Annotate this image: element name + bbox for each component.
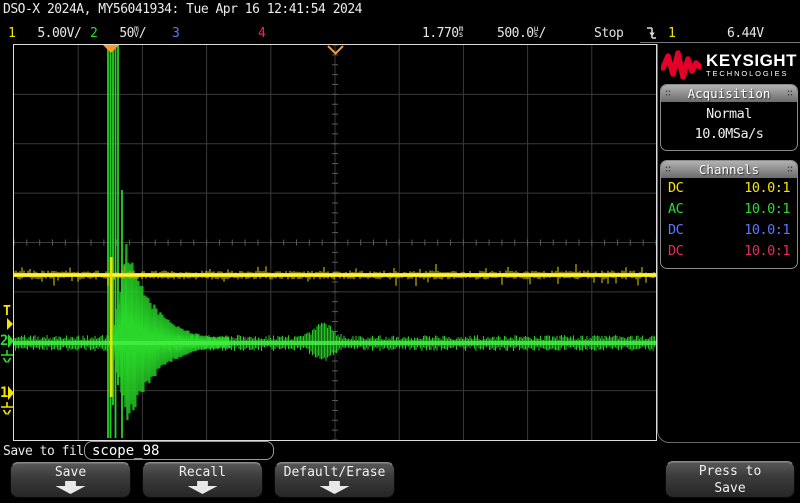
trigger-level-marker[interactable]: T — [0, 303, 14, 333]
channel-row-4: DC10.0:1 — [661, 241, 797, 262]
time-delay-readout: 1.770ms — [422, 26, 463, 41]
filename-input[interactable] — [84, 441, 274, 460]
channels-header[interactable]: ∷ Channels ∷ — [661, 161, 797, 178]
ch1-scale: 5.00V/ — [37, 26, 81, 41]
logo-sub-text: TECHNOLOGIES — [706, 70, 797, 78]
ch2-number: 2 — [90, 26, 97, 41]
acquisition-header[interactable]: ∷ Acquisition ∷ — [661, 85, 797, 102]
status-divider — [640, 42, 800, 43]
ch2-status-button[interactable]: 2 50mV/ — [90, 26, 146, 41]
acquisition-panel: ∷ Acquisition ∷ Normal 10.0MSa/s — [660, 84, 798, 151]
ch1-status-button[interactable]: 1 5.00V/ — [8, 26, 81, 41]
ch4-status-button[interactable]: 4 — [258, 26, 265, 41]
ch1-ground-marker[interactable]: 1 — [0, 382, 14, 424]
svg-text:1: 1 — [0, 385, 8, 401]
time-unit: ms — [459, 26, 464, 38]
acquisition-mode: Normal — [661, 106, 797, 122]
trigger-falling-edge-icon — [645, 25, 658, 41]
svg-text:T: T — [3, 304, 11, 319]
channel-row-1: DC10.0:1 — [661, 178, 797, 199]
press-to-save-button[interactable]: Press to Save — [665, 461, 795, 498]
recall-softkey-button[interactable]: Recall — [142, 462, 263, 498]
default-erase-softkey-button[interactable]: Default/Erase — [274, 462, 395, 498]
down-arrow-icon — [56, 481, 86, 494]
ch2-scale-value: 50 — [119, 26, 134, 41]
ch4-number: 4 — [258, 26, 265, 41]
keysight-wave-icon — [661, 50, 701, 80]
keysight-logo: KEYSIGHT TECHNOLOGIES — [659, 46, 799, 84]
time-reference-marker-icon — [327, 45, 344, 55]
trigger-level-readout: 6.44V — [727, 26, 764, 41]
instrument-title: DSO-X 2024A, MY56041934: Tue Apr 16 12:4… — [3, 2, 362, 17]
trigger-source: 1 — [668, 26, 675, 41]
ch3-status-button[interactable]: 3 — [172, 26, 179, 41]
ch3-number: 3 — [172, 26, 179, 41]
waveform-display — [14, 45, 656, 440]
save-softkey-button[interactable]: Save — [10, 462, 131, 498]
grip-icon: ∷ — [787, 88, 793, 99]
sample-rate: 10.0MSa/s — [661, 126, 797, 142]
oscilloscope-screen: DSO-X 2024A, MY56041934: Tue Apr 16 12:4… — [0, 0, 800, 503]
channel-row-2: AC10.0:1 — [661, 199, 797, 220]
svg-text:2: 2 — [0, 333, 8, 349]
channels-panel: ∷ Channels ∷ DC10.0:1 AC10.0:1 DC10.0:1 … — [660, 160, 798, 269]
grip-icon: ∷ — [665, 88, 671, 99]
channel-row-3: DC10.0:1 — [661, 220, 797, 241]
ch2-ground-marker[interactable]: 2 — [0, 330, 14, 372]
timebase-readout[interactable]: 500.0µs/ — [497, 26, 546, 41]
ch1-number: 1 — [8, 26, 15, 41]
grip-icon: ∷ — [665, 164, 671, 175]
run-state-indicator[interactable]: Stop — [594, 26, 623, 41]
down-arrow-icon — [188, 481, 218, 494]
down-arrow-icon — [320, 481, 350, 494]
logo-brand-text: KEYSIGHT — [706, 52, 797, 69]
trigger-time-marker-icon[interactable] — [103, 45, 119, 54]
grip-icon: ∷ — [787, 164, 793, 175]
